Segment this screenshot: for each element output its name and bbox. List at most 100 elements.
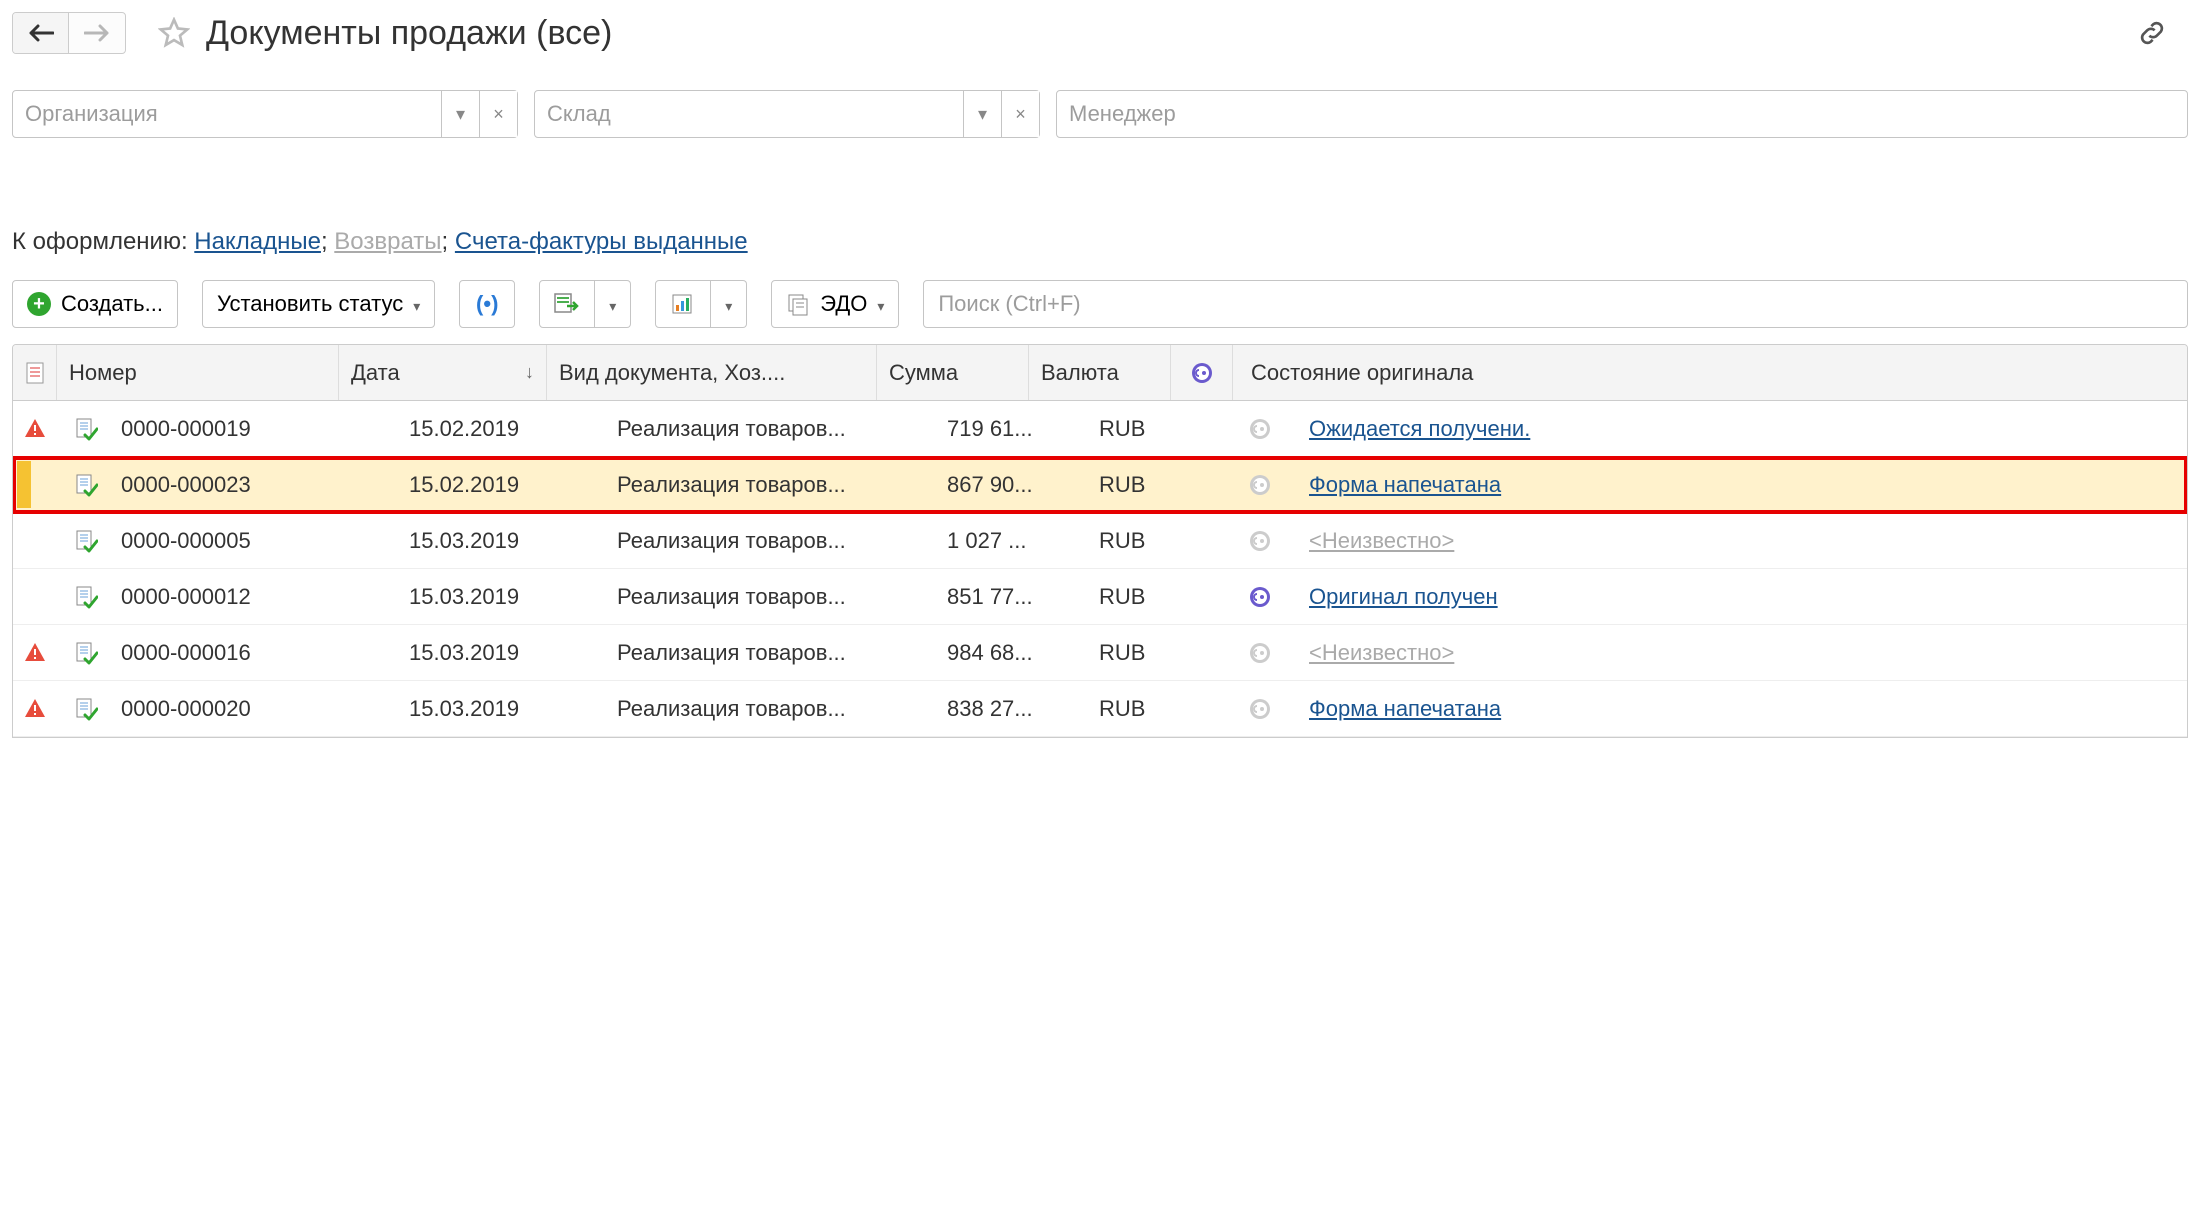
org-dropdown-button[interactable]: ▾ bbox=[441, 91, 479, 137]
to-formalize-link[interactable]: Накладные bbox=[194, 228, 321, 255]
star-icon[interactable] bbox=[158, 17, 190, 49]
table-row[interactable]: 0000-00002015.03.2019Реализация товаров.… bbox=[13, 681, 2187, 737]
cell-currency: RUB bbox=[1087, 640, 1229, 666]
cell-date: 15.02.2019 bbox=[397, 416, 605, 442]
chevron-down-icon bbox=[725, 291, 732, 317]
chevron-down-icon bbox=[413, 291, 420, 317]
cell-date: 15.03.2019 bbox=[397, 528, 605, 554]
cell-state: <Неизвестно> bbox=[1291, 640, 2187, 666]
table-row[interactable]: 0000-00001915.02.2019Реализация товаров.… bbox=[13, 401, 2187, 457]
col-header-state[interactable]: Состояние оригинала bbox=[1233, 345, 2187, 400]
cell-doc-icon bbox=[57, 473, 115, 497]
reports-icon bbox=[671, 292, 695, 316]
to-formalize-link: Возвраты bbox=[334, 228, 441, 255]
edo-status-icon bbox=[1248, 473, 1272, 497]
col-header-type[interactable]: Вид документа, Хоз.... bbox=[547, 345, 877, 400]
cell-flag bbox=[1229, 529, 1291, 553]
edo-button[interactable]: ЭДО bbox=[771, 280, 899, 328]
edo-status-icon bbox=[1248, 697, 1272, 721]
col-header-mark[interactable] bbox=[13, 345, 57, 400]
document-posted-icon bbox=[74, 473, 98, 497]
flag-header-icon bbox=[1190, 361, 1214, 385]
nav-forward-button[interactable] bbox=[69, 13, 125, 53]
search-input[interactable] bbox=[923, 280, 2188, 328]
document-header-icon bbox=[25, 361, 45, 385]
reports-button[interactable] bbox=[655, 280, 711, 328]
cell-date: 15.03.2019 bbox=[397, 696, 605, 722]
chevron-down-icon bbox=[877, 291, 884, 317]
warehouse-input[interactable] bbox=[535, 101, 963, 127]
table-header: Номер Дата ↓ Вид документа, Хоз.... Сумм… bbox=[13, 345, 2187, 401]
nav-back-button[interactable] bbox=[13, 13, 69, 53]
set-status-button[interactable]: Установить статус bbox=[202, 280, 435, 328]
documents-table: Номер Дата ↓ Вид документа, Хоз.... Сумм… bbox=[12, 344, 2188, 738]
edo-status-icon bbox=[1248, 417, 1272, 441]
cell-currency: RUB bbox=[1087, 696, 1229, 722]
cell-type: Реализация товаров... bbox=[605, 528, 935, 554]
cell-sum: 719 61... bbox=[935, 416, 1087, 442]
warning-icon bbox=[23, 417, 47, 441]
sort-down-icon: ↓ bbox=[525, 362, 534, 383]
to-formalize-bar: К оформлению: Накладные; Возвраты; Счета… bbox=[12, 228, 2188, 256]
cell-doc-icon bbox=[57, 417, 115, 441]
cell-doc-icon bbox=[57, 697, 115, 721]
filter-row: ▾ × ▾ × bbox=[12, 90, 2188, 138]
cell-sum: 851 77... bbox=[935, 584, 1087, 610]
cell-sum: 1 027 ... bbox=[935, 528, 1087, 554]
warehouse-clear-button[interactable]: × bbox=[1001, 91, 1039, 137]
warehouse-dropdown-button[interactable]: ▾ bbox=[963, 91, 1001, 137]
org-filter[interactable]: ▾ × bbox=[12, 90, 518, 138]
table-row[interactable]: 0000-00001615.03.2019Реализация товаров.… bbox=[13, 625, 2187, 681]
col-header-number[interactable]: Номер bbox=[57, 345, 339, 400]
create-based-button[interactable] bbox=[539, 280, 595, 328]
cell-sum: 838 27... bbox=[935, 696, 1087, 722]
col-header-currency[interactable]: Валюта bbox=[1029, 345, 1171, 400]
col-header-date[interactable]: Дата ↓ bbox=[339, 345, 547, 400]
cell-number: 0000-000016 bbox=[115, 640, 397, 666]
cell-flag bbox=[1229, 417, 1291, 441]
table-body: 0000-00001915.02.2019Реализация товаров.… bbox=[13, 401, 2187, 737]
cell-currency: RUB bbox=[1087, 472, 1229, 498]
cell-type: Реализация товаров... bbox=[605, 472, 935, 498]
arrow-left-icon bbox=[28, 24, 54, 42]
state-link[interactable]: Ожидается получени. bbox=[1309, 416, 1530, 442]
dt-button[interactable]: (•) bbox=[459, 280, 515, 328]
get-link-icon[interactable] bbox=[2136, 17, 2168, 49]
table-row[interactable]: 0000-00001215.03.2019Реализация товаров.… bbox=[13, 569, 2187, 625]
state-link[interactable]: Оригинал получен bbox=[1309, 584, 1498, 610]
manager-filter[interactable] bbox=[1056, 90, 2188, 138]
state-link[interactable]: <Неизвестно> bbox=[1309, 528, 1454, 554]
cell-number: 0000-000005 bbox=[115, 528, 397, 554]
org-input[interactable] bbox=[13, 101, 441, 127]
chevron-down-icon bbox=[609, 291, 616, 317]
cell-currency: RUB bbox=[1087, 528, 1229, 554]
warehouse-filter[interactable]: ▾ × bbox=[534, 90, 1040, 138]
cell-flag bbox=[1229, 697, 1291, 721]
col-header-flag[interactable] bbox=[1171, 345, 1233, 400]
state-link[interactable]: Форма напечатана bbox=[1309, 472, 1501, 498]
col-header-sum[interactable]: Сумма bbox=[877, 345, 1029, 400]
table-row[interactable]: 0000-00000515.03.2019Реализация товаров.… bbox=[13, 513, 2187, 569]
org-clear-button[interactable]: × bbox=[479, 91, 517, 137]
plus-icon: + bbox=[27, 292, 51, 316]
state-link[interactable]: <Неизвестно> bbox=[1309, 640, 1454, 666]
warning-icon bbox=[23, 641, 47, 665]
dt-icon: (•) bbox=[476, 291, 498, 317]
cell-state: Оригинал получен bbox=[1291, 584, 2187, 610]
header-bar: Документы продажи (все) bbox=[12, 12, 2188, 54]
cell-number: 0000-000012 bbox=[115, 584, 397, 610]
create-button[interactable]: + Создать... bbox=[12, 280, 178, 328]
reports-dropdown[interactable] bbox=[711, 280, 747, 328]
cell-state: <Неизвестно> bbox=[1291, 528, 2187, 554]
edo-status-icon bbox=[1248, 529, 1272, 553]
manager-input[interactable] bbox=[1057, 101, 2187, 127]
to-formalize-prefix: К оформлению: bbox=[12, 228, 188, 255]
state-link[interactable]: Форма напечатана bbox=[1309, 696, 1501, 722]
table-row[interactable]: 0000-00002315.02.2019Реализация товаров.… bbox=[13, 457, 2187, 513]
edo-status-icon bbox=[1248, 585, 1272, 609]
cell-type: Реализация товаров... bbox=[605, 696, 935, 722]
cell-warn bbox=[13, 697, 57, 721]
warning-icon bbox=[23, 697, 47, 721]
to-formalize-link[interactable]: Счета-фактуры выданные bbox=[455, 228, 748, 255]
create-based-dropdown[interactable] bbox=[595, 280, 631, 328]
